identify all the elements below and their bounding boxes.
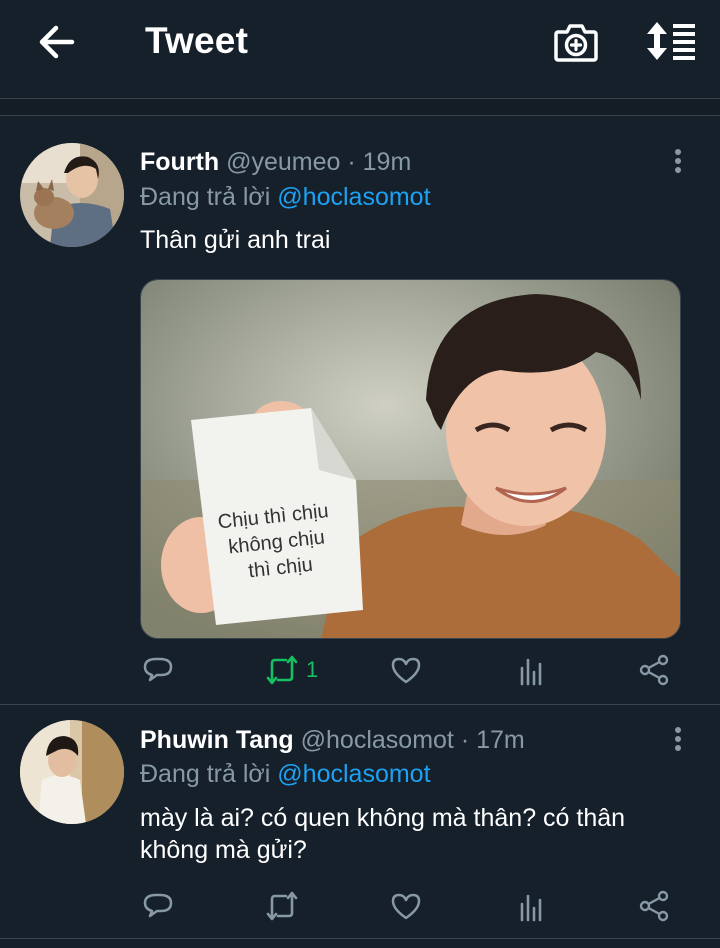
analytics-icon	[520, 658, 542, 686]
sort-icon	[647, 22, 695, 60]
analytics-button[interactable]	[516, 652, 548, 688]
section-gap	[0, 99, 720, 115]
avatar[interactable]	[20, 143, 124, 247]
reply-mention-link[interactable]: @hoclasomot	[277, 183, 430, 211]
more-options-button[interactable]	[668, 726, 688, 756]
retweet-button[interactable]: 1	[264, 652, 318, 688]
share-button[interactable]	[638, 652, 670, 688]
like-button[interactable]	[390, 652, 422, 688]
heart-icon	[391, 893, 421, 920]
tweet-actions	[140, 888, 680, 924]
replying-to: Đang trả lời @hoclasomot	[140, 183, 431, 212]
meme-image: Chịu thì chịu không chịu thì chịu	[141, 280, 680, 638]
tweet-divider	[0, 704, 720, 705]
heart-icon	[391, 657, 421, 684]
reply-mention-link[interactable]: @hoclasomot	[277, 760, 430, 788]
tweet-actions: 1	[140, 652, 680, 688]
reply-icon	[143, 893, 173, 918]
top-app-bar: Tweet	[0, 0, 720, 98]
sort-button[interactable]	[645, 20, 697, 64]
retweet-button[interactable]	[264, 888, 306, 924]
more-vertical-icon	[675, 149, 681, 173]
avatar-photo-phuwin	[20, 720, 124, 824]
reply-button[interactable]	[142, 652, 174, 688]
share-button[interactable]	[638, 888, 670, 924]
author-name[interactable]: Phuwin Tang	[140, 726, 294, 754]
replying-to-label: Đang trả lời	[140, 183, 271, 211]
retweet-count: 1	[306, 657, 319, 682]
more-options-button[interactable]	[668, 148, 688, 178]
author-handle[interactable]: @yeumeo	[226, 148, 340, 176]
camera-plus-icon	[554, 24, 598, 62]
reply-button[interactable]	[142, 888, 174, 924]
tweet-header: Fourth @yeumeo · 19m	[140, 148, 411, 177]
tweet-time: · 17m	[460, 726, 525, 754]
back-button[interactable]	[34, 22, 78, 62]
camera-button[interactable]	[553, 20, 599, 64]
author-handle[interactable]: @hoclasomot	[301, 726, 454, 754]
replying-to: Đang trả lời @hoclasomot	[140, 760, 431, 789]
tweet-divider	[0, 938, 720, 939]
arrow-left-icon	[39, 25, 75, 59]
tweet-text: mày là ai? có quen không mà thân? có thâ…	[140, 804, 626, 864]
section-divider	[0, 115, 720, 116]
tweet-media-image[interactable]: Chịu thì chịu không chịu thì chịu	[140, 279, 681, 639]
share-icon	[639, 890, 669, 922]
share-icon	[639, 654, 669, 686]
avatar-photo-fourth	[20, 143, 124, 247]
tweet-time: · 19m	[347, 148, 412, 176]
analytics-icon	[520, 894, 542, 922]
avatar[interactable]	[20, 720, 124, 824]
tweet-header: Phuwin Tang @hoclasomot · 17m	[140, 726, 525, 755]
page-title: Tweet	[145, 20, 249, 61]
more-vertical-icon	[675, 727, 681, 751]
replying-to-label: Đang trả lời	[140, 760, 271, 788]
like-button[interactable]	[390, 888, 422, 924]
retweet-icon	[266, 655, 298, 685]
author-name[interactable]: Fourth	[140, 148, 219, 176]
analytics-button[interactable]	[516, 888, 548, 924]
tweet-text: Thân gửi anh trai	[140, 226, 331, 254]
reply-icon	[143, 657, 173, 682]
retweet-icon	[266, 891, 298, 921]
